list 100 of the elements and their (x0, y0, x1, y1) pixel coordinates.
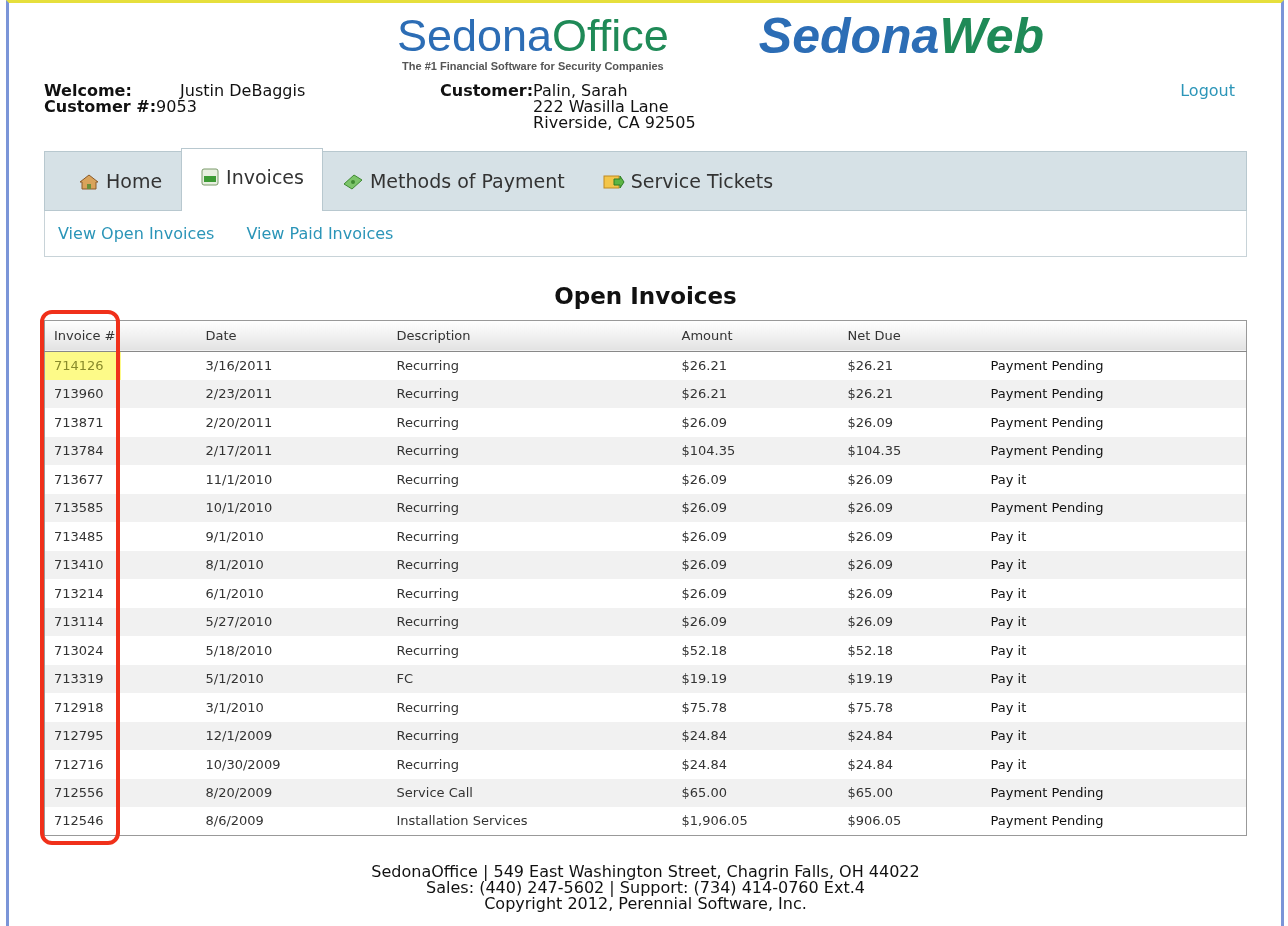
status-cell: Payment Pending (981, 778, 1247, 807)
table-cell: Recurring (387, 351, 673, 380)
table-cell: $26.09 (838, 607, 982, 636)
status-cell: Pay it (981, 607, 1247, 636)
customer-address-line: 222 Wasilla Lane (533, 99, 670, 115)
table-cell: 712795 (44, 721, 197, 750)
column-header: Net Due (838, 320, 982, 351)
table-cell: 714126 (44, 351, 197, 380)
subnav-link[interactable]: View Open Invoices (58, 221, 215, 246)
customer-address-line: Palin, Sarah (533, 83, 629, 99)
table-cell: 713319 (44, 664, 197, 693)
logo-tagline: The #1 Financial Software for Security Companies (402, 59, 664, 74)
table-cell: Recurring (387, 408, 673, 437)
table-cell: $26.09 (672, 550, 839, 579)
status-cell: Payment Pending (981, 493, 1247, 522)
customer-label: Customer: (440, 83, 534, 102)
table-cell: Recurring (387, 693, 673, 722)
footer-line: SedonaOffice | 549 East Washington Street, Chagrin Falls, OH 44022 (370, 864, 921, 880)
tab[interactable]: Home (59, 152, 182, 210)
table-cell: $26.09 (672, 522, 839, 551)
table-cell: 713410 (44, 550, 197, 579)
document-icon (200, 167, 221, 187)
table-cell: 2/20/2011 (196, 408, 388, 437)
column-header: Amount (672, 320, 839, 351)
logo-text: SedonaOffice (396, 13, 669, 58)
table-cell: $906.05 (838, 807, 982, 836)
table-cell: $26.21 (838, 351, 982, 380)
table-cell: $24.84 (838, 721, 982, 750)
table-cell: 12/1/2009 (196, 721, 388, 750)
status-cell: Pay it (981, 750, 1247, 779)
status-cell: Payment Pending (981, 351, 1247, 380)
status-cell: Pay it (981, 664, 1247, 693)
status-cell: Pay it (981, 721, 1247, 750)
table-cell: Service Call (387, 778, 673, 807)
subnav-link[interactable]: View Paid Invoices (246, 221, 394, 246)
table-cell: Recurring (387, 721, 673, 750)
table-cell: 5/18/2010 (196, 636, 388, 665)
table-cell: $52.18 (672, 636, 839, 665)
status-cell: Pay it (981, 579, 1247, 608)
table-cell: 713214 (44, 579, 197, 608)
status-cell: Payment Pending (981, 379, 1247, 408)
table-cell: 712716 (44, 750, 197, 779)
table-cell: 3/1/2010 (196, 693, 388, 722)
customer-number: 9053 (156, 99, 197, 115)
table-cell: 2/23/2011 (196, 379, 388, 408)
welcome-label: Welcome: (44, 83, 133, 99)
table-cell: 713024 (44, 636, 197, 665)
table-cell: 713585 (44, 493, 197, 522)
status-cell: Payment Pending (981, 807, 1247, 836)
table-cell: 8/1/2010 (196, 550, 388, 579)
table-cell: $1,906.05 (672, 807, 839, 836)
table-cell: $26.09 (838, 465, 982, 494)
table-cell: 5/1/2010 (196, 664, 388, 693)
table-cell: 3/16/2011 (196, 351, 388, 380)
table-cell: 713114 (44, 607, 197, 636)
table-cell: Recurring (387, 465, 673, 494)
table-cell: $26.09 (672, 579, 839, 608)
home-icon (78, 172, 100, 191)
tab[interactable]: Methods of Payment (322, 152, 584, 210)
status-cell: Pay it (981, 522, 1247, 551)
table-cell: 2/17/2011 (196, 436, 388, 465)
product-logo-text: SedonaWeb (758, 7, 1045, 66)
table-cell: Recurring (387, 522, 673, 551)
table-cell: $19.19 (672, 664, 839, 693)
ticket-arrow-icon (602, 172, 625, 191)
column-header: Description (387, 320, 673, 351)
table-cell: 712546 (44, 807, 197, 836)
status-cell: Pay it (981, 550, 1247, 579)
status-cell: Payment Pending (981, 408, 1247, 437)
table-cell: 5/27/2010 (196, 607, 388, 636)
tab[interactable]: Service Tickets (583, 152, 793, 210)
table-cell: 6/1/2010 (196, 579, 388, 608)
tab[interactable]: Invoices (181, 148, 323, 211)
table-cell: 11/1/2010 (196, 465, 388, 494)
table-cell: 8/6/2009 (196, 807, 388, 836)
table-cell: 713485 (44, 522, 197, 551)
table-cell: $104.35 (838, 436, 982, 465)
table-cell: Recurring (387, 550, 673, 579)
table-cell: $24.84 (838, 750, 982, 779)
table-cell: Recurring (387, 607, 673, 636)
table-cell: $104.35 (672, 436, 839, 465)
table-cell: Recurring (387, 379, 673, 408)
table-cell: 713677 (44, 465, 197, 494)
table-cell: 713784 (44, 436, 197, 465)
table-cell: 9/1/2010 (196, 522, 388, 551)
page-heading: Open Invoices (553, 282, 738, 311)
table-cell: $26.21 (838, 379, 982, 408)
table-cell: $26.09 (838, 493, 982, 522)
table-cell: $26.09 (838, 550, 982, 579)
table-cell: $26.21 (672, 379, 839, 408)
table-cell: $24.84 (672, 750, 839, 779)
table-cell: Recurring (387, 436, 673, 465)
table-cell: Recurring (387, 493, 673, 522)
table-cell: $26.09 (672, 493, 839, 522)
banknote-icon (341, 172, 364, 191)
table-cell: FC (387, 664, 673, 693)
table-cell: $75.78 (672, 693, 839, 722)
table-cell: $26.09 (672, 465, 839, 494)
table-cell: $24.84 (672, 721, 839, 750)
table-cell: Recurring (387, 750, 673, 779)
